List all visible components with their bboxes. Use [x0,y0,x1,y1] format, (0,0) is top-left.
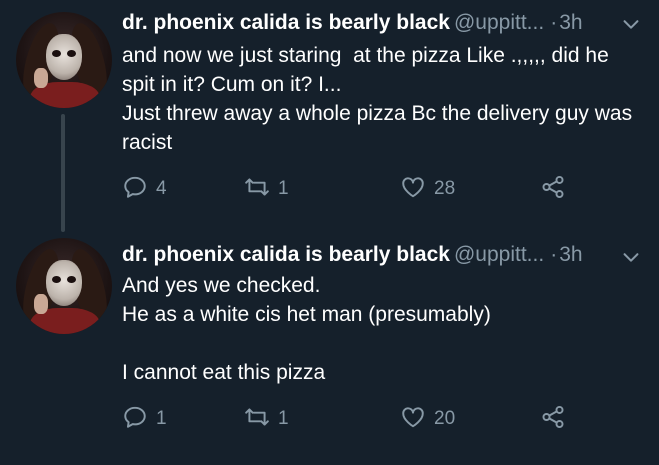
like-icon [400,404,426,435]
tweet-actions: 1 1 20 [122,405,642,433]
retweet-count: 1 [278,408,289,429]
share-icon [540,404,566,435]
tweet-header: dr. phoenix calida is bearly black @uppit… [122,240,583,270]
reply-count: 1 [156,408,167,429]
author-handle[interactable]: @uppitt... [454,243,544,266]
share-button[interactable] [540,405,566,433]
chevron-down-icon[interactable] [620,246,642,268]
tweet[interactable]: dr. phoenix calida is bearly black @uppit… [0,0,659,465]
reply-button[interactable]: 1 [122,405,167,433]
avatar[interactable] [16,238,112,334]
retweet-icon [244,404,270,435]
tweet-feed: dr. phoenix calida is bearly black @uppit… [0,0,659,465]
author-name[interactable]: dr. phoenix calida is bearly black [122,243,450,266]
reply-icon [122,404,148,435]
like-button[interactable]: 20 [400,405,455,433]
separator: · [550,243,558,266]
tweet-text: And yes we checked. He as a white cis he… [122,274,491,384]
retweet-button[interactable]: 1 [244,405,289,433]
timestamp[interactable]: 3h [559,243,582,266]
like-count: 20 [434,408,456,429]
